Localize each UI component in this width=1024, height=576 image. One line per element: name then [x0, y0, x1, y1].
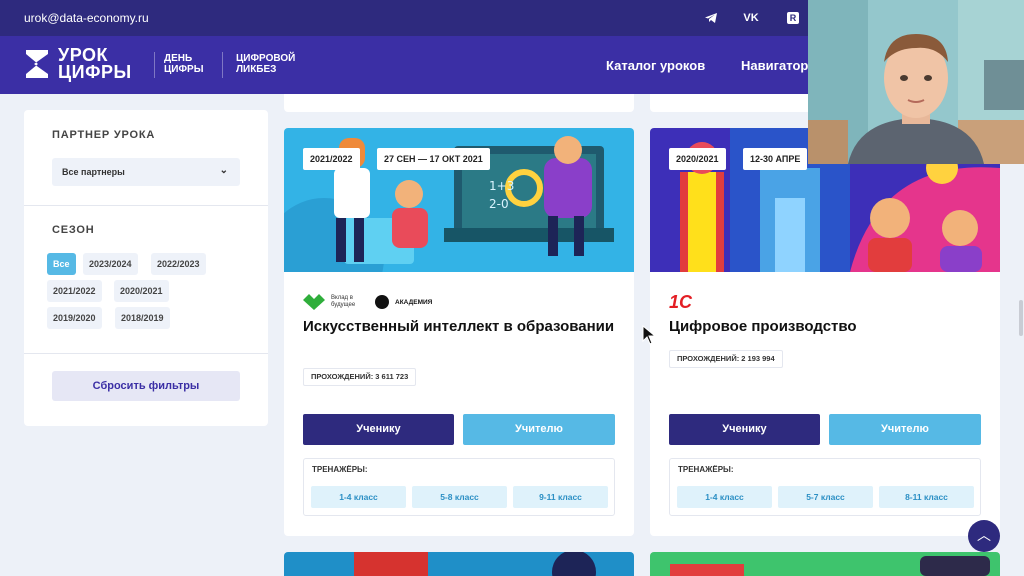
den-cifry-logo[interactable]: ДЕНЬ ЦИФРЫ — [164, 53, 204, 75]
season-tag: 2021/2022 — [303, 148, 360, 170]
vk-icon[interactable]: VK — [740, 8, 762, 28]
divider — [24, 353, 268, 354]
rutube-icon[interactable]: R — [782, 8, 804, 28]
den-cifry-line1: ДЕНЬ — [164, 53, 193, 64]
1c-logo: 1С — [669, 292, 693, 312]
teacher-button[interactable]: Учителю — [829, 414, 981, 445]
partner-select[interactable]: Все партнеры ⌄ — [52, 158, 240, 186]
logo-line2: ЦИФРЫ — [58, 62, 132, 82]
season-filter-title: СЕЗОН — [52, 224, 95, 236]
site-logo[interactable]: УРОК ЦИФРЫ — [58, 46, 132, 82]
nav-navigator-link[interactable]: Навигатор — [741, 58, 808, 73]
season-chip[interactable]: 2023/2024 — [83, 253, 138, 275]
partner-logos: 1С — [669, 292, 692, 312]
partner-filter-title: ПАРТНЕР УРОКА — [52, 129, 156, 141]
webcam-overlay — [808, 0, 1024, 164]
nav-catalog-link[interactable]: Каталог уроков — [606, 58, 705, 73]
filter-sidebar: ПАРТНЕР УРОКА Все партнеры ⌄ СЕЗОН Все 2… — [24, 110, 268, 426]
season-chip[interactable]: 2022/2023 — [151, 253, 206, 275]
likbez-line1: ЦИФРОВОЙ — [236, 53, 296, 64]
svg-text:1+3: 1+3 — [489, 179, 514, 193]
trainers-box: ТРЕНАЖЁРЫ: 1-4 класс 5-7 класс 8-11 клас… — [669, 458, 981, 516]
lesson-illustration[interactable]: 1+3 2-0 2021/2022 27 СЕН — 17 ОКТ 2021 — [284, 128, 634, 272]
passes-counter: ПРОХОЖДЕНИЙ: 2 193 994 — [669, 350, 783, 368]
season-chip-all[interactable]: Все — [47, 253, 76, 275]
cifrovoy-likbez-logo[interactable]: ЦИФРОВОЙ ЛИКБЕЗ — [236, 53, 295, 75]
grade-trainer-button[interactable]: 9-11 класс — [513, 486, 608, 508]
partner-logo-text: Вклад в будущее — [331, 295, 356, 308]
lesson-card-next[interactable] — [284, 552, 634, 576]
grade-trainer-button[interactable]: 1-4 класс — [677, 486, 772, 508]
logo-divider — [154, 52, 155, 78]
contact-email-link[interactable]: urok@data-economy.ru — [24, 11, 149, 25]
chevron-up-icon: ︿ — [977, 527, 991, 543]
season-chip[interactable]: 2019/2020 — [47, 307, 102, 329]
likbez-line2: ЛИКБЕЗ — [236, 64, 277, 75]
teacher-button[interactable]: Учителю — [463, 414, 615, 445]
mouse-cursor-icon — [642, 325, 656, 345]
lesson-card-next[interactable] — [650, 552, 1000, 576]
season-chip[interactable]: 2020/2021 — [114, 280, 169, 302]
grade-trainer-button[interactable]: 1-4 класс — [311, 486, 406, 508]
season-tag: 2020/2021 — [669, 148, 726, 170]
partner-logo-text: АКАДЕМИЯ — [395, 298, 433, 306]
logo-mark-icon[interactable] — [24, 48, 50, 80]
date-tag: 12-30 АПРЕ — [743, 148, 808, 170]
telegram-icon[interactable] — [700, 8, 722, 28]
lesson-card[interactable]: 2020/2021 12-30 АПРЕ 1С Цифровое произво… — [650, 128, 1000, 536]
grade-trainer-button[interactable]: 5-7 класс — [778, 486, 873, 508]
den-cifry-line2: ЦИФРЫ — [164, 64, 204, 75]
vklad-v-budushchee-logo-icon — [303, 294, 325, 310]
lesson-card[interactable]: 1+3 2-0 2021/2022 27 СЕН — 17 ОКТ 2021 В… — [284, 128, 634, 536]
logo-divider — [222, 52, 223, 78]
reset-filters-button[interactable]: Сбросить фильтры — [52, 371, 240, 401]
partner-select-value: Все партнеры — [62, 167, 125, 177]
season-chip[interactable]: 2021/2022 — [47, 280, 102, 302]
chevron-down-icon: ⌄ — [219, 165, 228, 176]
student-button[interactable]: Ученику — [669, 414, 820, 445]
date-tag: 27 СЕН — 17 ОКТ 2021 — [377, 148, 490, 170]
student-button[interactable]: Ученику — [303, 414, 454, 445]
trainers-label: ТРЕНАЖЁРЫ: — [678, 465, 734, 474]
divider — [24, 205, 268, 206]
academy-logo-icon — [375, 295, 389, 309]
card-previous-bottom — [284, 94, 634, 112]
partner-logos: Вклад в будущее АКАДЕМИЯ — [303, 292, 432, 312]
lesson-title[interactable]: Цифровое производство — [669, 318, 989, 336]
season-chip[interactable]: 2018/2019 — [115, 307, 170, 329]
trainers-label: ТРЕНАЖЁРЫ: — [312, 465, 368, 474]
grade-trainer-button[interactable]: 8-11 класс — [879, 486, 974, 508]
lesson-title[interactable]: Искусственный интеллект в образовании — [303, 318, 623, 336]
page-scrollbar[interactable] — [1019, 300, 1023, 336]
scroll-to-top-button[interactable]: ︿ — [968, 520, 1000, 552]
grade-trainer-button[interactable]: 5-8 класс — [412, 486, 507, 508]
passes-counter: ПРОХОЖДЕНИЙ: 3 611 723 — [303, 368, 417, 386]
trainers-box: ТРЕНАЖЁРЫ: 1-4 класс 5-8 класс 9-11 клас… — [303, 458, 615, 516]
svg-text:2-0: 2-0 — [489, 197, 509, 211]
